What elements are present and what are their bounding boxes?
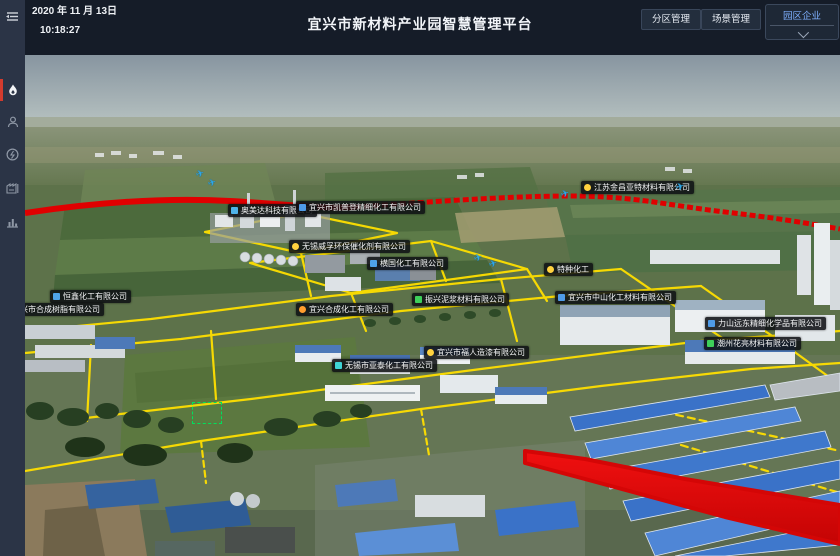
- enterprise-marker-icon: [547, 266, 554, 273]
- enterprise-marker-icon: [292, 243, 299, 250]
- enterprise-marker-icon: [708, 320, 715, 327]
- dropdown-divider: [770, 25, 834, 26]
- sidebar-nav: [0, 0, 25, 556]
- enterprise-marker-icon: [231, 207, 238, 214]
- enterprise-label-text: 宜兴合成化工有限公司: [309, 304, 389, 315]
- plane-marker-icon: ✈: [560, 188, 571, 201]
- enterprise-marker-icon: [584, 184, 591, 191]
- plane-marker-icon: ✈: [207, 177, 218, 190]
- enterprise-label[interactable]: 潮州花亮材料有限公司: [704, 337, 801, 350]
- energy-icon: [6, 148, 19, 161]
- enterprise-label[interactable]: 力山远东精细化学品有限公司: [705, 317, 826, 330]
- enterprise-label[interactable]: 无锡威孚环保催化剂有限公司: [289, 240, 410, 253]
- sidebar-item-user[interactable]: [0, 110, 25, 134]
- enterprise-marker-icon: [53, 293, 60, 300]
- enterprise-marker-icon: [335, 362, 342, 369]
- enterprise-marker-icon: [299, 306, 306, 313]
- enterprise-label[interactable]: 宜兴市福人造漆有限公司: [424, 346, 529, 359]
- enterprise-marker-icon: [558, 294, 565, 301]
- sidebar-item-factory[interactable]: [0, 176, 25, 200]
- user-icon: [7, 116, 19, 128]
- partition-manage-button[interactable]: 分区管理: [641, 9, 701, 30]
- enterprise-label[interactable]: 宜兴合成化工有限公司: [296, 303, 393, 316]
- enterprise-label[interactable]: 振兴泥浆材料有限公司: [412, 293, 509, 306]
- fire-icon: [7, 84, 19, 97]
- hamburger-icon: [6, 11, 19, 22]
- enterprise-label-text: 力山远东精细化学品有限公司: [718, 318, 822, 329]
- app-root: { "header": { "date": "2020 年 11 月 13日",…: [0, 0, 840, 556]
- sidebar-item-energy[interactable]: [0, 142, 25, 166]
- enterprise-label[interactable]: 恒鑫化工有限公司: [50, 290, 131, 303]
- enterprise-label-text: 无锡市亚泰化工有限公司: [345, 360, 433, 371]
- enterprise-label[interactable]: 宜兴市凯普登精细化工有限公司: [296, 201, 425, 214]
- plane-marker-icon: ✈: [195, 168, 206, 181]
- enterprise-label[interactable]: 横国化工有限公司: [367, 257, 448, 270]
- enterprise-label-text: 横国化工有限公司: [380, 258, 444, 269]
- map-viewport[interactable]: 奥美达科技有限公司宜兴市凯普登精细化工有限公司无锡威孚环保催化剂有限公司横国化工…: [25, 55, 840, 556]
- sidebar-item-fire[interactable]: [0, 78, 25, 102]
- enterprise-label-text: 宜兴市福人造漆有限公司: [437, 347, 525, 358]
- menu-toggle-button[interactable]: [0, 4, 25, 28]
- enterprise-dropdown[interactable]: 园区企业: [765, 4, 839, 40]
- chevron-down-icon: [798, 27, 809, 38]
- factory-icon: [6, 182, 19, 194]
- enterprise-marker-icon: [707, 340, 714, 347]
- bar-chart-icon: [6, 216, 19, 228]
- enterprise-label[interactable]: 特种化工: [544, 263, 593, 276]
- plane-marker-icon: ✈: [473, 252, 484, 265]
- enterprise-label[interactable]: 无锡市亚泰化工有限公司: [332, 359, 437, 372]
- enterprise-label-text: 振兴泥浆材料有限公司: [425, 294, 505, 305]
- enterprise-label[interactable]: 宜兴市中山化工材料有限公司: [555, 291, 676, 304]
- enterprise-marker-icon: [370, 260, 377, 267]
- selection-box: [192, 402, 222, 424]
- enterprise-dropdown-label: 园区企业: [766, 8, 838, 22]
- enterprise-label[interactable]: 宜兴市合成树脂有限公司: [25, 303, 104, 316]
- enterprise-marker-icon: [415, 296, 422, 303]
- enterprise-label-text: 特种化工: [557, 264, 589, 275]
- sidebar-item-stats[interactable]: [0, 210, 25, 234]
- enterprise-label-text: 恒鑫化工有限公司: [63, 291, 127, 302]
- enterprise-label-text: 宜兴市凯普登精细化工有限公司: [309, 202, 421, 213]
- enterprise-label-text: 宜兴市中山化工材料有限公司: [568, 292, 672, 303]
- enterprise-label-text: 无锡威孚环保催化剂有限公司: [302, 241, 406, 252]
- enterprise-marker-icon: [299, 204, 306, 211]
- enterprise-label-text: 潮州花亮材料有限公司: [717, 338, 797, 349]
- plane-marker-icon: ✈: [488, 258, 499, 271]
- enterprise-label-text: 宜兴市合成树脂有限公司: [25, 304, 100, 315]
- top-bar: 2020 年 11 月 13日 10:18:27 宜兴市新材料产业园智慧管理平台…: [0, 0, 840, 55]
- enterprise-marker-icon: [427, 349, 434, 356]
- scene-manage-button[interactable]: 场景管理: [701, 9, 761, 30]
- map-overlay: 奥美达科技有限公司宜兴市凯普登精细化工有限公司无锡威孚环保催化剂有限公司横国化工…: [25, 55, 840, 556]
